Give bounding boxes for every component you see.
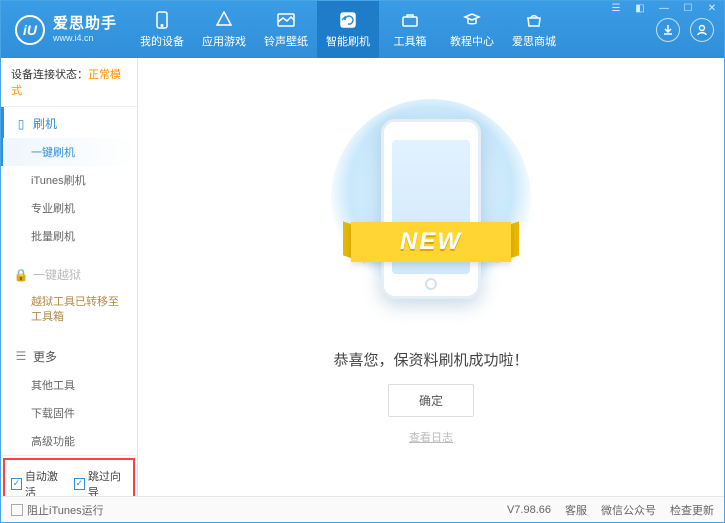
app-window: ☰ ◧ — ☐ ✕ iU 爱思助手 www.i4.cn 我的设备 应用游戏 铃声 [0,0,725,523]
sidebar: 设备连接状态：正常模式 ▯ 刷机 一键刷机 iTunes刷机 专业刷机 批量刷机… [1,58,138,496]
version-label: V7.98.66 [507,504,551,516]
view-log-link[interactable]: 查看日志 [409,429,453,445]
success-message: 恭喜您，保资料刷机成功啦！ [333,349,528,370]
jailbreak-note: 越狱工具已转移至工具箱 [1,289,137,332]
sidebar-item-advanced[interactable]: 高级功能 [1,427,137,455]
body: 设备连接状态：正常模式 ▯ 刷机 一键刷机 iTunes刷机 专业刷机 批量刷机… [1,58,724,496]
ok-button[interactable]: 确定 [388,384,474,417]
apps-icon [214,11,234,29]
nav-my-device[interactable]: 我的设备 [131,1,193,58]
chk-skip-guide[interactable]: ✓ 跳过向导 [74,468,127,496]
footer-update[interactable]: 检查更新 [670,502,714,518]
footer-wechat[interactable]: 微信公众号 [601,502,656,518]
wallpaper-icon [276,11,296,29]
footer: 阻止iTunes运行 V7.98.66 客服 微信公众号 检查更新 [1,496,724,522]
store-icon [524,11,544,29]
nav-toolbox[interactable]: 工具箱 [379,1,441,58]
toolbox-icon [400,11,420,29]
group-more[interactable]: ☰ 更多 [1,340,137,371]
sidebar-item-download-fw[interactable]: 下载固件 [1,399,137,427]
app-title: 爱思助手 [53,15,117,33]
checkbox-empty-icon [11,504,23,516]
checkbox-checked-icon: ✓ [74,478,85,490]
close-icon[interactable]: ✕ [701,0,723,16]
sidebar-item-other[interactable]: 其他工具 [1,371,137,399]
sidebar-item-pro[interactable]: 专业刷机 [1,194,137,222]
download-button[interactable] [656,18,680,42]
new-ribbon: NEW [339,219,523,265]
lock-icon: 🔒 [15,269,27,281]
logo-icon: iU [15,15,45,45]
success-illustration: NEW [361,109,501,329]
nav-flash[interactable]: 智能刷机 [317,1,379,58]
tutorial-icon [462,11,482,29]
app-url: www.i4.cn [53,33,117,44]
main-content: NEW 恭喜您，保资料刷机成功啦！ 确定 查看日志 [138,58,724,496]
minimize-icon[interactable]: — [653,0,675,16]
window-controls: ☰ ◧ — ☐ ✕ [605,0,723,16]
nav-apps[interactable]: 应用游戏 [193,1,255,58]
phone-icon: ▯ [15,118,27,130]
maximize-icon[interactable]: ☐ [677,0,699,16]
device-icon [152,11,172,29]
sidebar-bottom: ✓ 自动激活 ✓ 跳过向导 ▯ iPhone 12 mini 64GB Down… [1,455,137,496]
chk-block-itunes[interactable]: 阻止iTunes运行 [11,502,104,518]
nav-store[interactable]: 爱思商城 [503,1,565,58]
flash-icon [338,11,358,29]
footer-service[interactable]: 客服 [565,502,587,518]
top-nav: 我的设备 应用游戏 铃声壁纸 智能刷机 工具箱 教程中心 [131,1,646,58]
group-flash[interactable]: ▯ 刷机 [1,107,137,138]
menu-icon[interactable]: ☰ [605,0,627,16]
skin-icon[interactable]: ◧ [629,0,651,16]
chk-auto-activate[interactable]: ✓ 自动激活 [11,468,64,496]
connection-status: 设备连接状态：正常模式 [1,58,137,107]
user-button[interactable] [690,18,714,42]
options-highlight: ✓ 自动激活 ✓ 跳过向导 [3,458,135,496]
logo-area: iU 爱思助手 www.i4.cn [1,1,131,58]
sidebar-item-onekey[interactable]: 一键刷机 [1,138,137,166]
sidebar-item-itunes[interactable]: iTunes刷机 [1,166,137,194]
checkbox-checked-icon: ✓ [11,478,22,490]
footer-right: V7.98.66 客服 微信公众号 检查更新 [507,502,714,518]
group-jailbreak[interactable]: 🔒 一键越狱 [1,258,137,289]
nav-ringtone[interactable]: 铃声壁纸 [255,1,317,58]
nav-tutorial[interactable]: 教程中心 [441,1,503,58]
sidebar-item-batch[interactable]: 批量刷机 [1,222,137,250]
menu-icon: ☰ [15,350,27,362]
